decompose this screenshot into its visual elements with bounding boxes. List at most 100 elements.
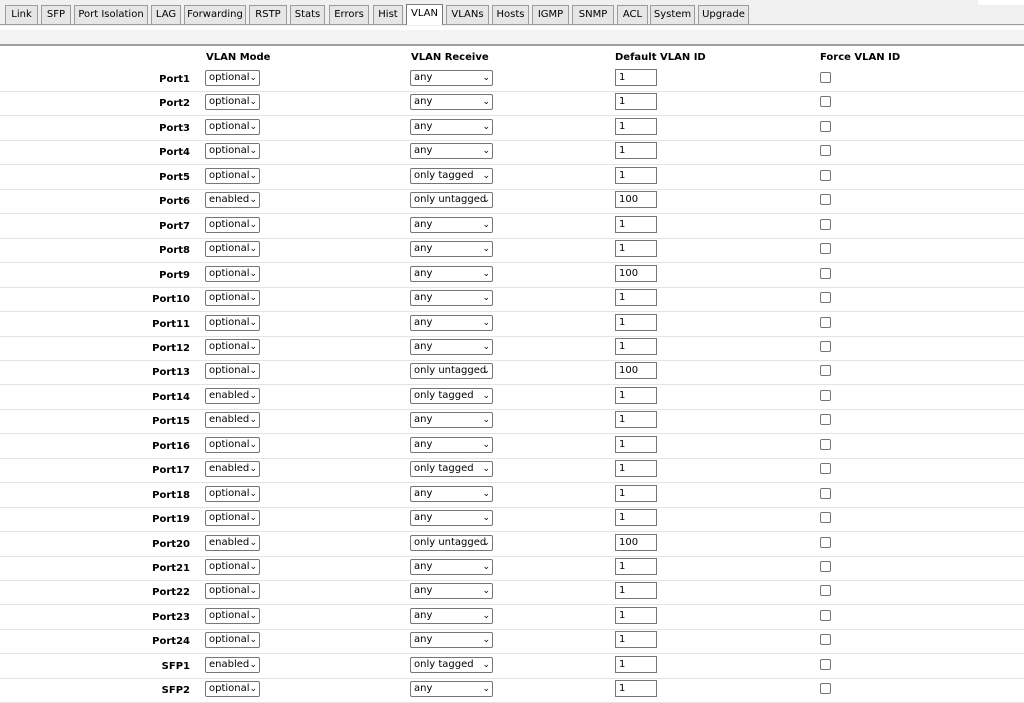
- vlan-receive-select[interactable]: any ⌄: [410, 70, 493, 86]
- default-vlan-id-input[interactable]: 1: [615, 606, 657, 624]
- tab-acl[interactable]: ACL: [617, 5, 648, 24]
- vlan-receive-select[interactable]: any ⌄: [410, 632, 493, 649]
- tab-vlans[interactable]: VLANs: [446, 5, 489, 24]
- force-vlan-id-checkbox[interactable]: [820, 169, 831, 181]
- vlan-mode-select[interactable]: optional ⌄: [205, 94, 260, 111]
- vlan-mode-select[interactable]: optional ⌄: [205, 118, 260, 135]
- vlan-mode-select[interactable]: optional ⌄: [205, 632, 260, 649]
- vlan-mode-select[interactable]: optional ⌄: [205, 363, 260, 380]
- force-vlan-id-checkbox[interactable]: [820, 609, 831, 621]
- default-vlan-id-input[interactable]: 1: [615, 509, 657, 527]
- default-vlan-id-input[interactable]: 1: [615, 411, 657, 429]
- vlan-receive-select[interactable]: any ⌄: [410, 338, 493, 355]
- force-vlan-id-checkbox[interactable]: [820, 683, 831, 695]
- default-vlan-id-input[interactable]: 1: [615, 142, 657, 160]
- force-vlan-id-checkbox[interactable]: [820, 316, 831, 328]
- default-vlan-id-input[interactable]: 1: [615, 460, 657, 478]
- force-vlan-id-checkbox[interactable]: [820, 218, 831, 230]
- vlan-receive-select[interactable]: only tagged ⌄: [410, 656, 493, 673]
- vlan-receive-select[interactable]: any ⌄: [410, 412, 493, 429]
- tab-sfp[interactable]: SFP: [41, 5, 71, 24]
- vlan-mode-select[interactable]: optional ⌄: [205, 314, 260, 331]
- force-vlan-id-checkbox[interactable]: [820, 634, 831, 646]
- force-vlan-id-checkbox[interactable]: [820, 194, 831, 206]
- vlan-mode-select[interactable]: optional ⌄: [205, 485, 260, 502]
- default-vlan-id-input[interactable]: 1: [615, 289, 657, 307]
- tab-rstp[interactable]: RSTP: [249, 5, 287, 24]
- force-vlan-id-checkbox[interactable]: [820, 72, 831, 83]
- tab-snmp[interactable]: SNMP: [572, 5, 614, 24]
- vlan-receive-select[interactable]: any ⌄: [410, 290, 493, 307]
- vlan-mode-select[interactable]: enabled ⌄: [205, 656, 260, 673]
- vlan-receive-select[interactable]: any ⌄: [410, 559, 493, 575]
- default-vlan-id-input[interactable]: 1: [615, 117, 657, 135]
- default-vlan-id-input[interactable]: 1: [615, 313, 657, 331]
- tab-stats[interactable]: Stats: [290, 5, 325, 24]
- vlan-receive-select[interactable]: any ⌄: [410, 314, 493, 331]
- default-vlan-id-input[interactable]: 1: [615, 240, 657, 258]
- tab-vlan[interactable]: VLAN: [406, 4, 443, 25]
- force-vlan-id-checkbox[interactable]: [820, 512, 831, 524]
- vlan-mode-select[interactable]: optional ⌄: [205, 241, 260, 258]
- vlan-receive-select[interactable]: any ⌄: [410, 510, 493, 527]
- force-vlan-id-checkbox[interactable]: [820, 292, 831, 304]
- vlan-receive-select[interactable]: any ⌄: [410, 607, 493, 624]
- tab-errors[interactable]: Errors: [329, 5, 369, 24]
- default-vlan-id-input[interactable]: 1: [615, 166, 657, 184]
- vlan-receive-select[interactable]: only untagged ⌄: [410, 363, 493, 380]
- force-vlan-id-checkbox[interactable]: [820, 438, 831, 450]
- vlan-receive-select[interactable]: only tagged ⌄: [410, 461, 493, 478]
- vlan-receive-select[interactable]: any ⌄: [410, 265, 493, 282]
- vlan-receive-select[interactable]: only untagged ⌄: [410, 192, 493, 209]
- force-vlan-id-checkbox[interactable]: [820, 267, 831, 279]
- force-vlan-id-checkbox[interactable]: [820, 340, 831, 352]
- vlan-mode-select[interactable]: optional ⌄: [205, 338, 260, 355]
- force-vlan-id-checkbox[interactable]: [820, 561, 831, 572]
- default-vlan-id-input[interactable]: 1: [615, 655, 657, 673]
- tab-hosts[interactable]: Hosts: [492, 5, 529, 24]
- tab-hist[interactable]: Hist: [373, 5, 403, 24]
- force-vlan-id-checkbox[interactable]: [820, 120, 831, 132]
- tab-link[interactable]: Link: [5, 5, 38, 24]
- default-vlan-id-input[interactable]: 100: [615, 264, 657, 282]
- default-vlan-id-input[interactable]: 1: [615, 484, 657, 502]
- tab-port-isolation[interactable]: Port Isolation: [74, 5, 148, 24]
- default-vlan-id-input[interactable]: 1: [615, 93, 657, 111]
- vlan-receive-select[interactable]: only untagged ⌄: [410, 534, 493, 551]
- vlan-mode-select[interactable]: optional ⌄: [205, 143, 260, 160]
- vlan-mode-select[interactable]: optional ⌄: [205, 607, 260, 624]
- vlan-mode-select[interactable]: optional ⌄: [205, 510, 260, 527]
- vlan-receive-select[interactable]: only tagged ⌄: [410, 387, 493, 404]
- force-vlan-id-checkbox[interactable]: [820, 389, 831, 401]
- vlan-receive-select[interactable]: any ⌄: [410, 241, 493, 258]
- tab-igmp[interactable]: IGMP: [532, 5, 569, 24]
- default-vlan-id-input[interactable]: 1: [615, 386, 657, 404]
- vlan-mode-select[interactable]: optional ⌄: [205, 290, 260, 307]
- vlan-receive-select[interactable]: any ⌄: [410, 143, 493, 160]
- vlan-receive-select[interactable]: any ⌄: [410, 118, 493, 135]
- force-vlan-id-checkbox[interactable]: [820, 463, 831, 475]
- vlan-mode-select[interactable]: enabled ⌄: [205, 461, 260, 478]
- force-vlan-id-checkbox[interactable]: [820, 487, 831, 499]
- force-vlan-id-checkbox[interactable]: [820, 96, 831, 108]
- force-vlan-id-checkbox[interactable]: [820, 145, 831, 157]
- default-vlan-id-input[interactable]: 1: [615, 69, 657, 86]
- default-vlan-id-input[interactable]: 1: [615, 558, 657, 575]
- vlan-receive-select[interactable]: only tagged ⌄: [410, 167, 493, 184]
- force-vlan-id-checkbox[interactable]: [820, 414, 831, 426]
- vlan-mode-select[interactable]: enabled ⌄: [205, 412, 260, 429]
- force-vlan-id-checkbox[interactable]: [820, 658, 831, 670]
- vlan-mode-select[interactable]: enabled ⌄: [205, 192, 260, 209]
- default-vlan-id-input[interactable]: 1: [615, 631, 657, 649]
- vlan-mode-select[interactable]: enabled ⌄: [205, 387, 260, 404]
- vlan-mode-select[interactable]: optional ⌄: [205, 216, 260, 233]
- force-vlan-id-checkbox[interactable]: [820, 536, 831, 548]
- force-vlan-id-checkbox[interactable]: [820, 243, 831, 255]
- default-vlan-id-input[interactable]: 100: [615, 191, 657, 209]
- vlan-receive-select[interactable]: any ⌄: [410, 485, 493, 502]
- vlan-receive-select[interactable]: any ⌄: [410, 94, 493, 111]
- vlan-mode-select[interactable]: optional ⌄: [205, 265, 260, 282]
- vlan-mode-select[interactable]: optional ⌄: [205, 559, 260, 575]
- vlan-receive-select[interactable]: any ⌄: [410, 583, 493, 600]
- tab-upgrade[interactable]: Upgrade: [698, 5, 749, 24]
